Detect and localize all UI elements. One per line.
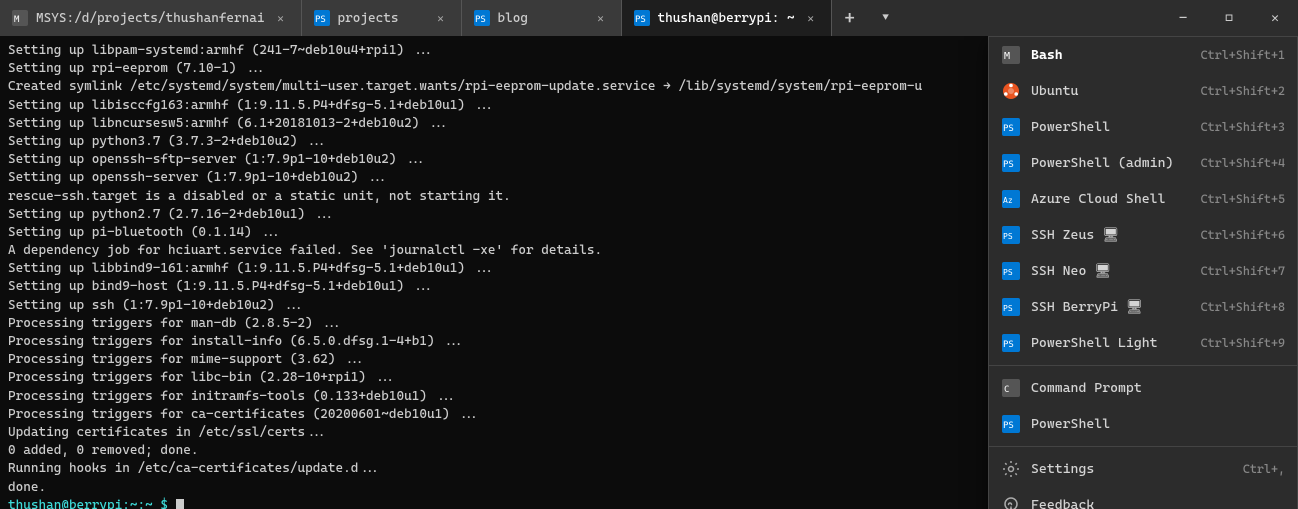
tab-projects-label: projects xyxy=(338,11,425,26)
menu-item-label-powershell2: PowerShell xyxy=(1031,416,1285,432)
tab-projects-close[interactable]: ✕ xyxy=(433,10,449,26)
menu-item-shortcut-powershell-admin: Ctrl+Shift+4 xyxy=(1201,156,1285,170)
maximize-button[interactable]: □ xyxy=(1206,0,1252,36)
svg-text:PS: PS xyxy=(1003,160,1014,170)
tab-msys-close[interactable]: ✕ xyxy=(273,10,289,26)
menu-item-powershell2[interactable]: PS PowerShell xyxy=(989,406,1297,442)
menu-item-label-feedback: Feedback xyxy=(1031,497,1285,509)
svg-text:Az: Az xyxy=(1003,196,1013,205)
azure-menu-icon: Az xyxy=(1001,189,1021,209)
svg-text:PS: PS xyxy=(475,15,486,25)
msys-icon: M xyxy=(12,10,28,26)
ssh-menu-icon: PS xyxy=(1001,261,1021,281)
tab-berrypi-label: thushan@berrypi: ~ xyxy=(658,11,795,26)
tab-projects[interactable]: PS projects ✕ xyxy=(302,0,462,36)
menu-item-shortcut-powershell-light: Ctrl+Shift+9 xyxy=(1201,336,1285,350)
svg-text:PS: PS xyxy=(1003,304,1013,313)
menu-item-label-bash: Bash xyxy=(1031,47,1191,63)
menu-item-ubuntu[interactable]: Ubuntu Ctrl+Shift+2 xyxy=(989,73,1297,109)
menu-item-powershell[interactable]: PS PowerShell Ctrl+Shift+3 xyxy=(989,109,1297,145)
menu-item-label-ssh-zeus: SSH Zeus 🖥 xyxy=(1031,227,1191,243)
tab-blog-close[interactable]: ✕ xyxy=(593,10,609,26)
menu-item-cmd[interactable]: C Command Prompt xyxy=(989,370,1297,406)
menu-item-ssh-neo[interactable]: PS SSH Neo 🖥 Ctrl+Shift+7 xyxy=(989,253,1297,289)
svg-text:C: C xyxy=(1004,385,1009,395)
minimize-button[interactable]: — xyxy=(1160,0,1206,36)
menu-item-label-ubuntu: Ubuntu xyxy=(1031,83,1191,99)
terminal-prompt: thushan@berrypi:~:~ $ xyxy=(8,498,176,509)
dropdown-menu: M Bash Ctrl+Shift+1 Ubuntu Ctrl+Shift+2 PS Pow… xyxy=(988,36,1298,509)
menu-item-label-azure: Azure Cloud Shell xyxy=(1031,191,1191,207)
main-area: Setting up libpam-systemd:armhf (241-7~d… xyxy=(0,36,1298,509)
tab-msys[interactable]: M MSYS:/d/projects/thushanfernai ✕ xyxy=(0,0,302,36)
svg-text:M: M xyxy=(14,15,20,25)
ubuntu-menu-icon xyxy=(1001,81,1021,101)
svg-text:PS: PS xyxy=(1003,421,1014,431)
powershell-admin-menu-icon: PS xyxy=(1001,153,1021,173)
menu-item-shortcut-azure: Ctrl+Shift+5 xyxy=(1201,192,1285,206)
menu-item-label-powershell-admin: PowerShell (admin) xyxy=(1031,155,1191,171)
new-tab-button[interactable]: + xyxy=(832,0,868,36)
svg-text:PS: PS xyxy=(635,15,646,25)
svg-text:PS: PS xyxy=(1003,124,1014,134)
menu-item-label-settings: Settings xyxy=(1031,461,1233,477)
menu-item-azure[interactable]: Az Azure Cloud Shell Ctrl+Shift+5 xyxy=(989,181,1297,217)
ssh-menu-icon: PS xyxy=(1001,225,1021,245)
dropdown-button[interactable]: ▾ xyxy=(868,0,904,36)
menu-item-shortcut-ssh-berrypi: Ctrl+Shift+8 xyxy=(1201,300,1285,314)
title-bar: M MSYS:/d/projects/thushanfernai ✕ PS pr… xyxy=(0,0,1298,36)
menu-divider xyxy=(989,446,1297,447)
menu-item-label-cmd: Command Prompt xyxy=(1031,380,1285,396)
menu-item-shortcut-ubuntu: Ctrl+Shift+2 xyxy=(1201,84,1285,98)
menu-item-label-powershell: PowerShell xyxy=(1031,119,1191,135)
menu-divider xyxy=(989,365,1297,366)
tab-berrypi-close[interactable]: ✕ xyxy=(803,10,819,26)
menu-item-shortcut-settings: Ctrl+, xyxy=(1243,462,1285,476)
tab-blog[interactable]: PS blog ✕ xyxy=(462,0,622,36)
menu-item-settings[interactable]: Settings Ctrl+, xyxy=(989,451,1297,487)
menu-item-shortcut-ssh-neo: Ctrl+Shift+7 xyxy=(1201,264,1285,278)
tab-berrypi[interactable]: PS thushan@berrypi: ~ ✕ xyxy=(622,0,832,36)
tab-blog-label: blog xyxy=(498,11,585,26)
msys-menu-icon: M xyxy=(1001,45,1021,65)
close-button[interactable]: ✕ xyxy=(1252,0,1298,36)
powershell-menu-icon: PS xyxy=(1001,414,1021,434)
menu-item-ssh-zeus[interactable]: PS SSH Zeus 🖥 Ctrl+Shift+6 xyxy=(989,217,1297,253)
settings-menu-icon xyxy=(1001,459,1021,479)
powershell-menu-icon: PS xyxy=(1001,117,1021,137)
menu-item-label-powershell-light: PowerShell Light xyxy=(1031,335,1191,351)
cmd-menu-icon: C xyxy=(1001,378,1021,398)
ps-icon-projects: PS xyxy=(314,10,330,26)
svg-text:PS: PS xyxy=(315,15,326,25)
menu-item-feedback[interactable]: Feedback xyxy=(989,487,1297,509)
svg-text:PS: PS xyxy=(1003,268,1013,277)
menu-item-ssh-berrypi[interactable]: PS SSH BerryPi 🖥 Ctrl+Shift+8 xyxy=(989,289,1297,325)
tab-msys-label: MSYS:/d/projects/thushanfernai xyxy=(36,11,265,26)
ps-icon-berrypi: PS xyxy=(634,10,650,26)
menu-item-shortcut-ssh-zeus: Ctrl+Shift+6 xyxy=(1201,228,1285,242)
menu-item-label-ssh-neo: SSH Neo 🖥 xyxy=(1031,263,1191,279)
menu-item-powershell-light[interactable]: PS PowerShell Light Ctrl+Shift+9 xyxy=(989,325,1297,361)
feedback-menu-icon xyxy=(1001,495,1021,509)
menu-item-label-ssh-berrypi: SSH BerryPi 🖥 xyxy=(1031,299,1191,315)
menu-item-shortcut-powershell: Ctrl+Shift+3 xyxy=(1201,120,1285,134)
menu-item-bash[interactable]: M Bash Ctrl+Shift+1 xyxy=(989,37,1297,73)
terminal-cursor xyxy=(176,499,184,509)
ssh-menu-icon: PS xyxy=(1001,297,1021,317)
ps-icon-blog: PS xyxy=(474,10,490,26)
svg-text:M: M xyxy=(1004,51,1010,62)
svg-text:PS: PS xyxy=(1003,340,1014,350)
menu-item-powershell-admin[interactable]: PS PowerShell (admin) Ctrl+Shift+4 xyxy=(989,145,1297,181)
menu-item-shortcut-bash: Ctrl+Shift+1 xyxy=(1201,48,1285,62)
powershell-menu-icon: PS xyxy=(1001,333,1021,353)
svg-text:PS: PS xyxy=(1003,232,1013,241)
window-controls: — □ ✕ xyxy=(1160,0,1298,36)
